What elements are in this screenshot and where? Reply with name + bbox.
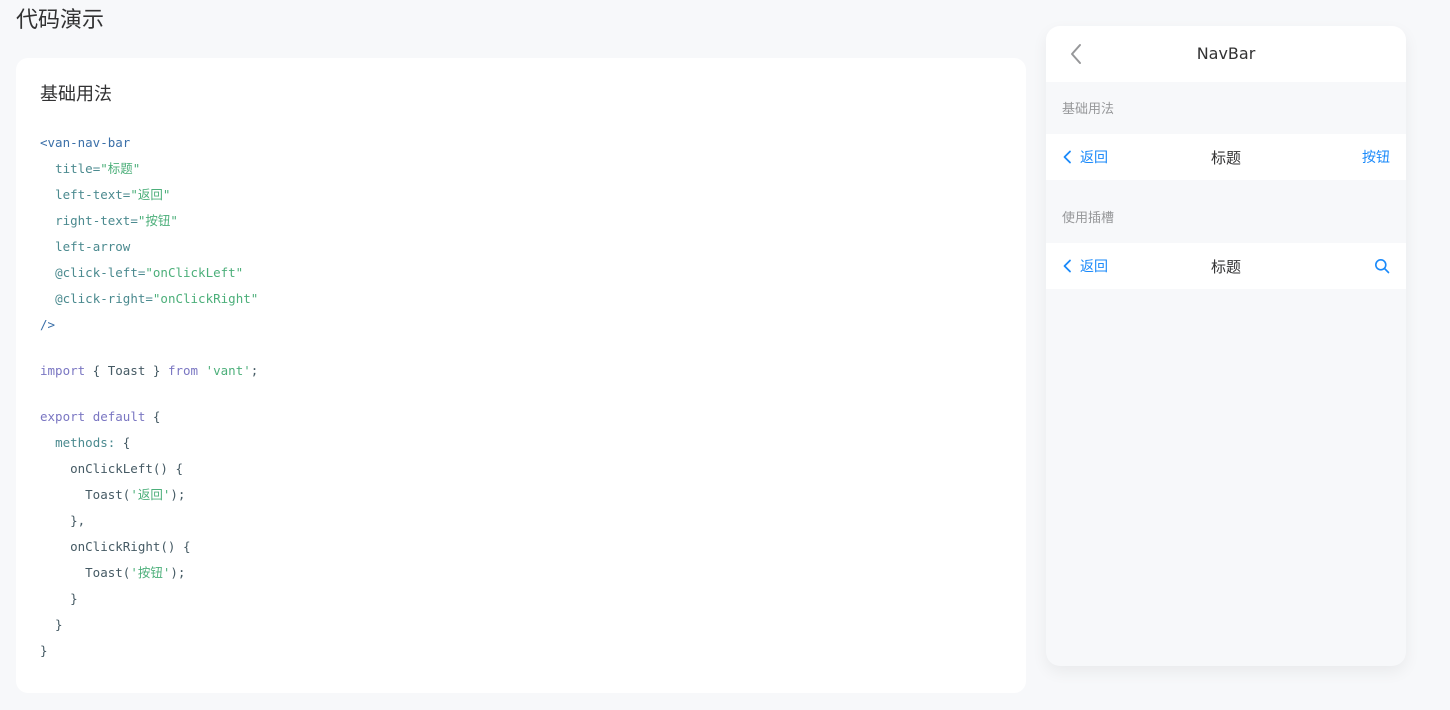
page: 代码演示 基础用法 <van-nav-bar title="标题" left-t… (0, 0, 1450, 710)
nav-bar-left-button[interactable]: 返回 (1062, 134, 1108, 180)
demo-section-title-basic: 基础用法 (1062, 102, 1115, 117)
code-line: @click-right="onClickRight" (55, 291, 259, 306)
code-line: @click-left="onClickLeft" (55, 265, 244, 280)
chevron-left-icon (1062, 259, 1076, 273)
code-line: } (40, 617, 63, 632)
code-line: } (40, 643, 48, 658)
code-line: import { Toast } from 'vant'; (40, 363, 259, 378)
code-block: <van-nav-bar title="标题" left-text="返回" r… (40, 130, 1002, 664)
search-icon (1375, 259, 1390, 274)
nav-bar-basic: 返回 标题 按钮 (1046, 134, 1406, 180)
preview-header-title: NavBar (1196, 44, 1256, 63)
code-line: left-text="返回" (55, 187, 171, 202)
code-line: }, (40, 513, 86, 528)
code-line: /> (40, 317, 56, 332)
nav-bar-slot: 返回 标题 (1046, 243, 1406, 289)
nav-bar-slot-left-button[interactable]: 返回 (1062, 243, 1108, 289)
nav-bar-right-button[interactable]: 按钮 (1362, 134, 1390, 180)
code-line: <van-nav-bar (40, 135, 131, 150)
code-demo-card: 基础用法 <van-nav-bar title="标题" left-text="… (16, 58, 1026, 693)
code-line: export default { (40, 409, 161, 424)
search-button[interactable] (1374, 243, 1390, 289)
code-line: right-text="按钮" (55, 213, 178, 228)
page-title: 代码演示 (16, 8, 105, 33)
code-line: Toast('返回'); (40, 487, 186, 502)
code-line: left-arrow (55, 239, 131, 254)
preview-header: NavBar (1046, 26, 1406, 82)
nav-bar-left-text: 返回 (1080, 150, 1108, 166)
code-line: onClickRight() { (40, 539, 191, 554)
nav-bar-slot-left-text: 返回 (1080, 259, 1108, 275)
chevron-left-icon (1062, 150, 1076, 164)
code-line: title="标题" (55, 161, 141, 176)
code-line: methods: { (55, 435, 131, 450)
code-line: onClickLeft() { (40, 461, 183, 476)
code-line: Toast('按钮'); (40, 565, 186, 580)
code-card-title: 基础用法 (40, 84, 112, 105)
mobile-preview: NavBar 基础用法 返回 标题 按钮 使用插槽 返回 标题 (1046, 26, 1406, 666)
demo-section-title-slot: 使用插槽 (1062, 211, 1115, 226)
code-line: } (40, 591, 78, 606)
